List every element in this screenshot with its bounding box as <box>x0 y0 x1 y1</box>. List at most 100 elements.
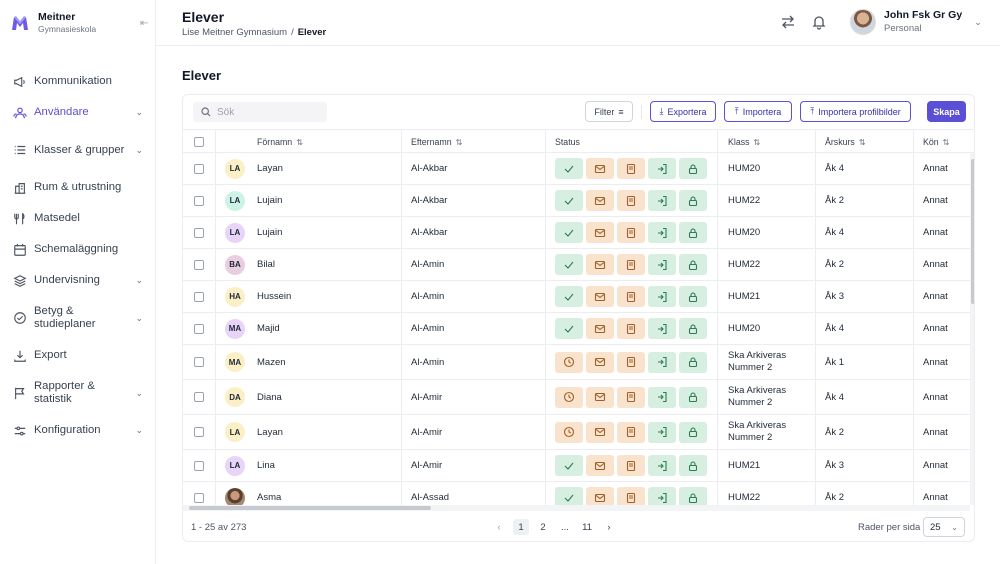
row-checkbox[interactable] <box>194 357 204 367</box>
check-icon[interactable] <box>555 286 583 307</box>
sidebar-item-9[interactable]: Rapporter & statistik ⌄ <box>0 371 155 415</box>
document-icon[interactable] <box>617 158 645 179</box>
mail-icon[interactable] <box>586 421 614 443</box>
create-button[interactable]: Skapa <box>927 101 966 122</box>
document-icon[interactable] <box>617 286 645 307</box>
firstname-cell[interactable]: Lujain <box>257 185 282 216</box>
row-checkbox[interactable] <box>194 323 204 334</box>
firstname-cell[interactable]: Lujain <box>257 217 282 248</box>
mail-icon[interactable] <box>586 286 614 307</box>
sidebar-item-3[interactable]: Rum & utrustning <box>0 172 155 203</box>
lock-icon[interactable] <box>679 487 707 505</box>
lock-icon[interactable] <box>679 286 707 307</box>
user-menu[interactable]: John Fsk Gr Gy Personal ⌄ <box>850 9 990 35</box>
lock-icon[interactable] <box>679 386 707 408</box>
document-icon[interactable] <box>617 190 645 211</box>
sidebar-item-8[interactable]: Export <box>0 340 155 371</box>
switch-arrows-icon[interactable] <box>780 14 796 30</box>
login-icon[interactable] <box>648 487 676 505</box>
firstname-cell[interactable]: Lina <box>257 450 275 481</box>
row-checkbox[interactable] <box>194 195 204 206</box>
rows-per-page-select[interactable]: 25 ⌄ <box>923 517 965 537</box>
lock-icon[interactable] <box>679 455 707 476</box>
lock-icon[interactable] <box>679 351 707 373</box>
row-checkbox[interactable] <box>194 259 204 270</box>
login-icon[interactable] <box>648 190 676 211</box>
sidebar-item-6[interactable]: Undervisning ⌄ <box>0 265 155 296</box>
check-icon[interactable] <box>555 487 583 505</box>
document-icon[interactable] <box>617 455 645 476</box>
check-icon[interactable] <box>555 254 583 275</box>
document-icon[interactable] <box>617 421 645 443</box>
table-row[interactable]: LA Lujain Al-Akbar HUM22 Åk 2 Annat <box>183 185 970 217</box>
page-1[interactable]: 1 <box>513 519 529 535</box>
document-icon[interactable] <box>617 254 645 275</box>
table-row[interactable]: LA Layan Al-Amir Ska Arkiveras Nummer 2 Åk 2… <box>183 415 970 450</box>
firstname-cell[interactable]: Asma <box>257 482 281 505</box>
row-checkbox[interactable] <box>194 291 204 302</box>
collapse-sidebar-icon[interactable]: ⇤ <box>140 18 148 29</box>
row-checkbox[interactable] <box>194 460 204 471</box>
column-arskurs[interactable]: Årskurs ⇅ <box>825 130 866 154</box>
previous-page-icon[interactable]: ‹ <box>491 519 507 535</box>
check-icon[interactable] <box>555 318 583 339</box>
select-all-checkbox[interactable] <box>194 137 204 147</box>
page-11[interactable]: 11 <box>579 519 595 535</box>
mail-icon[interactable] <box>586 254 614 275</box>
sidebar-item-0[interactable]: Kommunikation <box>0 66 155 97</box>
document-icon[interactable] <box>617 318 645 339</box>
mail-icon[interactable] <box>586 487 614 505</box>
table-row[interactable]: LA Lujain Al-Akbar HUM20 Åk 4 Annat <box>183 217 970 249</box>
mail-icon[interactable] <box>586 222 614 243</box>
page-2[interactable]: 2 <box>535 519 551 535</box>
login-icon[interactable] <box>648 351 676 373</box>
row-checkbox[interactable] <box>194 227 204 238</box>
login-icon[interactable] <box>648 421 676 443</box>
table-row[interactable]: MA Mazen Al-Amin Ska Arkiveras Nummer 2 Åk 1… <box>183 345 970 380</box>
sidebar-item-5[interactable]: Schemaläggning <box>0 234 155 265</box>
lock-icon[interactable] <box>679 222 707 243</box>
login-icon[interactable] <box>648 286 676 307</box>
login-icon[interactable] <box>648 318 676 339</box>
mail-icon[interactable] <box>586 190 614 211</box>
horizontal-scrollbar[interactable] <box>183 505 970 511</box>
clock-icon[interactable] <box>555 351 583 373</box>
login-icon[interactable] <box>648 455 676 476</box>
firstname-cell[interactable]: Layan <box>257 415 283 449</box>
document-icon[interactable] <box>617 386 645 408</box>
lock-icon[interactable] <box>679 254 707 275</box>
firstname-cell[interactable]: Diana <box>257 380 282 414</box>
table-row[interactable]: HA Hussein Al-Amin HUM21 Åk 3 Annat <box>183 281 970 313</box>
mail-icon[interactable] <box>586 386 614 408</box>
lock-icon[interactable] <box>679 318 707 339</box>
import-profile-photos-button[interactable]: ⤒ Importera profilbilder <box>800 101 911 122</box>
import-button[interactable]: ⤒ Importera <box>724 101 792 122</box>
row-checkbox[interactable] <box>194 492 204 503</box>
search-input[interactable] <box>217 106 317 118</box>
firstname-cell[interactable]: Hussein <box>257 281 291 312</box>
lock-icon[interactable] <box>679 190 707 211</box>
lock-icon[interactable] <box>679 158 707 179</box>
filter-button[interactable]: Filter ≡ <box>585 101 633 122</box>
login-icon[interactable] <box>648 254 676 275</box>
clock-icon[interactable] <box>555 386 583 408</box>
document-icon[interactable] <box>617 351 645 373</box>
check-icon[interactable] <box>555 158 583 179</box>
column-klass[interactable]: Klass ⇅ <box>728 130 760 154</box>
search-box[interactable] <box>193 102 327 122</box>
row-checkbox[interactable] <box>194 427 204 437</box>
vertical-scrollbar[interactable] <box>970 153 974 505</box>
document-icon[interactable] <box>617 487 645 505</box>
table-row[interactable]: LA Layan Al-Akbar HUM20 Åk 4 Annat <box>183 153 970 185</box>
mail-icon[interactable] <box>586 455 614 476</box>
sidebar-item-7[interactable]: Betyg & studieplaner ⌄ <box>0 296 155 340</box>
document-icon[interactable] <box>617 222 645 243</box>
row-checkbox[interactable] <box>194 163 204 174</box>
mail-icon[interactable] <box>586 318 614 339</box>
login-icon[interactable] <box>648 222 676 243</box>
bell-icon[interactable] <box>811 14 827 30</box>
sidebar-item-1[interactable]: Användare ⌄ <box>0 97 155 128</box>
mail-icon[interactable] <box>586 351 614 373</box>
lock-icon[interactable] <box>679 421 707 443</box>
table-row[interactable]: DA Diana Al-Amir Ska Arkiveras Nummer 2 Åk 4… <box>183 380 970 415</box>
